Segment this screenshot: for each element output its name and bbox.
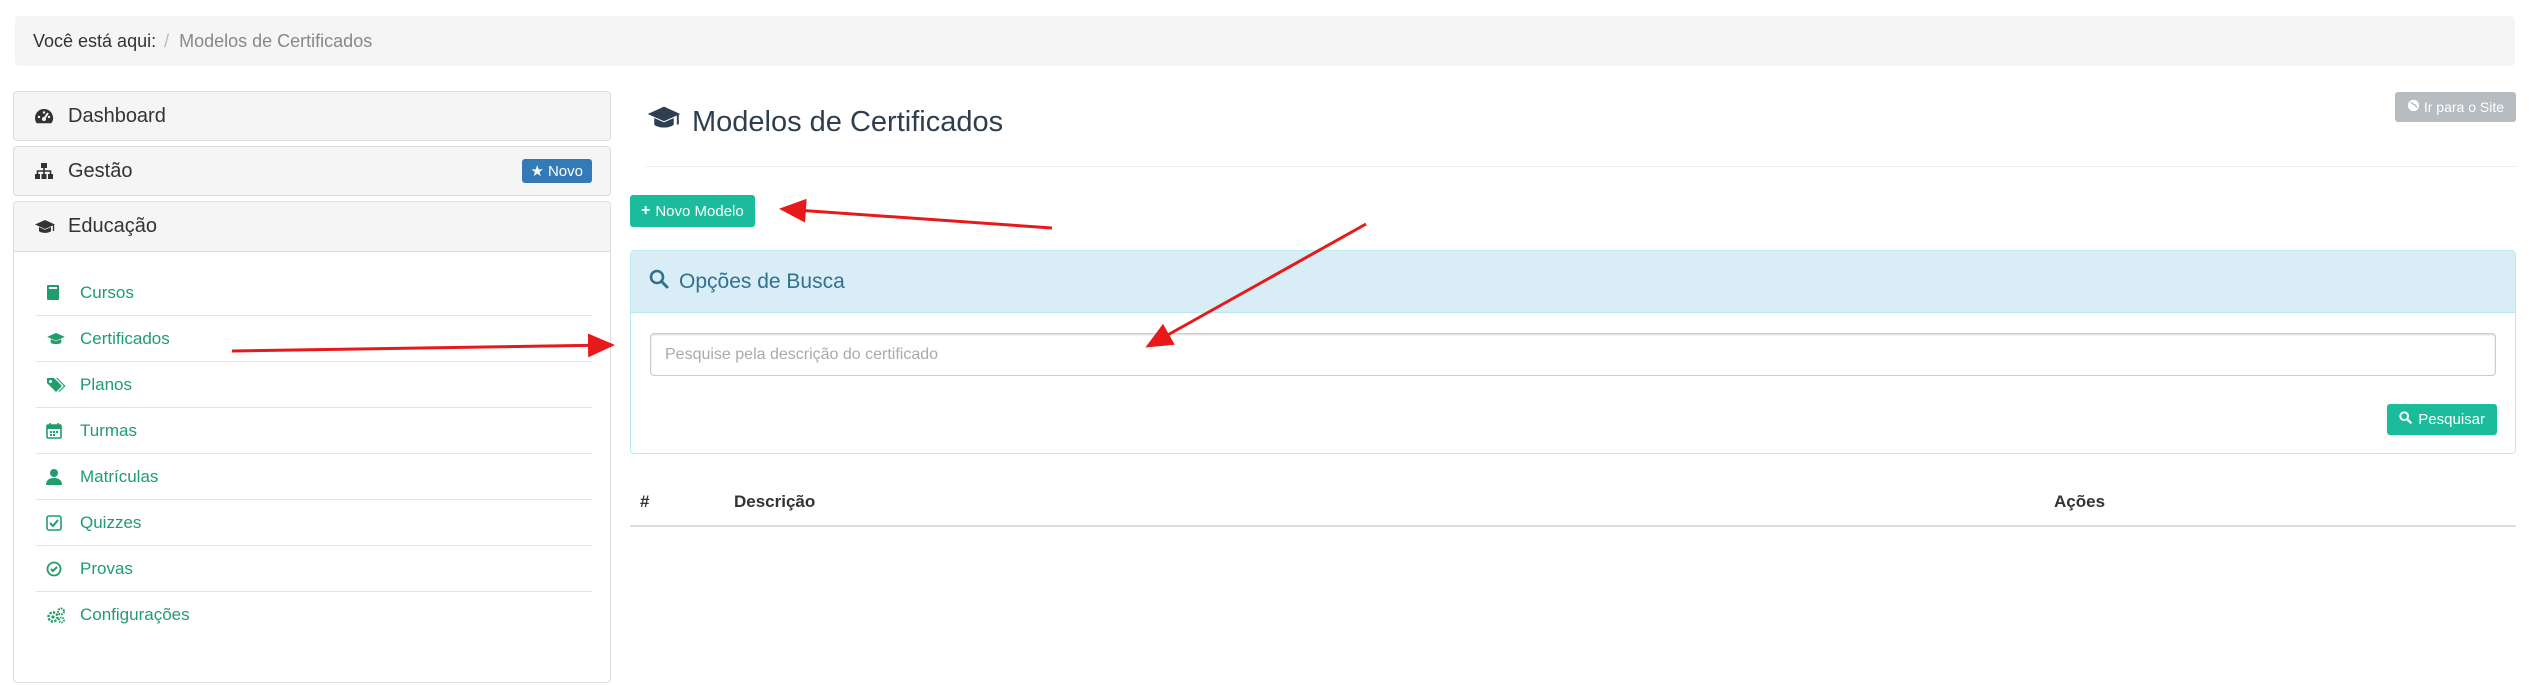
main-content: Modelos de Certificados Ir para o Site +… [630, 91, 2516, 527]
sidebar-item-label: Dashboard [68, 104, 166, 127]
cogs-icon [46, 607, 80, 624]
breadcrumb: Você está aqui: / Modelos de Certificado… [15, 16, 2515, 66]
menu-item-certificados[interactable]: Certificados [36, 316, 592, 362]
star-icon: ★ [530, 163, 544, 180]
sidebar-item-label: Educação [68, 215, 157, 237]
search-panel-title: Opções de Busca [679, 269, 845, 293]
graduation-cap-icon [34, 219, 68, 235]
sitemap-icon [34, 162, 68, 180]
user-icon [46, 468, 80, 485]
search-icon [2399, 411, 2413, 428]
go-to-site-button[interactable]: Ir para o Site [2394, 92, 2516, 122]
table-header: # Descrição Ações [630, 477, 2516, 527]
new-model-button[interactable]: + Novo Modelo [630, 195, 755, 227]
new-model-label: Novo Modelo [655, 202, 744, 220]
badge-label: Novo [547, 162, 583, 180]
check-circle-icon [46, 561, 80, 577]
breadcrumb-current: Modelos de Certificados [179, 30, 373, 51]
page-header: Modelos de Certificados Ir para o Site [646, 91, 2516, 167]
globe-icon [2407, 99, 2420, 115]
page-title: Modelos de Certificados [646, 105, 1003, 139]
sidebar-item-label: Gestão [68, 159, 133, 182]
search-input[interactable] [650, 333, 2496, 376]
check-square-icon [46, 514, 80, 531]
book-icon [46, 284, 80, 301]
menu-item-label: Planos [80, 374, 132, 394]
menu-item-label: Provas [80, 558, 133, 578]
arrow-to-new-model [779, 198, 1053, 230]
menu-item-label: Cursos [80, 282, 134, 302]
menu-item-cursos[interactable]: Cursos [36, 270, 592, 316]
graduation-cap-icon [46, 332, 80, 346]
search-panel-header: Opções de Busca [631, 251, 2515, 313]
sidebar-item-gestao[interactable]: Gestão ★ Novo [13, 146, 611, 196]
menu-item-label: Configurações [80, 605, 190, 624]
column-header-description: Descrição [734, 492, 816, 511]
column-header-number: # [640, 492, 650, 511]
search-button-label: Pesquisar [2418, 411, 2485, 428]
education-menu: Cursos Certificados Planos Turmas Matríc… [14, 252, 610, 638]
menu-item-planos[interactable]: Planos [36, 362, 592, 408]
breadcrumb-separator: / [164, 30, 170, 51]
tags-icon [46, 377, 80, 393]
calendar-icon [46, 422, 80, 439]
menu-item-label: Matrículas [80, 466, 159, 486]
menu-item-label: Quizzes [80, 512, 142, 532]
menu-item-turmas[interactable]: Turmas [36, 408, 592, 454]
sidebar-item-educacao[interactable]: Educação [14, 202, 610, 252]
sidebar: Dashboard Gestão ★ Novo Educação Cursos [13, 91, 611, 683]
search-button[interactable]: Pesquisar [2387, 404, 2497, 435]
sidebar-section-educacao: Educação Cursos Certificados Planos Turm… [13, 201, 611, 683]
search-icon [649, 269, 669, 295]
breadcrumb-prefix: Você está aqui: [33, 30, 157, 51]
search-panel: Opções de Busca Pesquisar [630, 250, 2516, 454]
page-title-text: Modelos de Certificados [692, 105, 1004, 138]
menu-item-label: Certificados [80, 328, 170, 348]
plus-icon: + [641, 202, 651, 219]
graduation-cap-icon [646, 105, 682, 139]
column-header-actions: Ações [2054, 492, 2106, 511]
menu-item-provas[interactable]: Provas [36, 546, 592, 592]
new-badge: ★ Novo [521, 159, 592, 183]
menu-item-label: Turmas [80, 420, 137, 440]
go-to-site-label: Ir para o Site [2423, 99, 2504, 115]
menu-item-configuracoes[interactable]: Configurações [36, 592, 592, 638]
dashboard-icon [34, 107, 68, 125]
menu-item-matriculas[interactable]: Matrículas [36, 454, 592, 500]
sidebar-item-dashboard[interactable]: Dashboard [13, 91, 611, 141]
menu-item-quizzes[interactable]: Quizzes [36, 500, 592, 546]
